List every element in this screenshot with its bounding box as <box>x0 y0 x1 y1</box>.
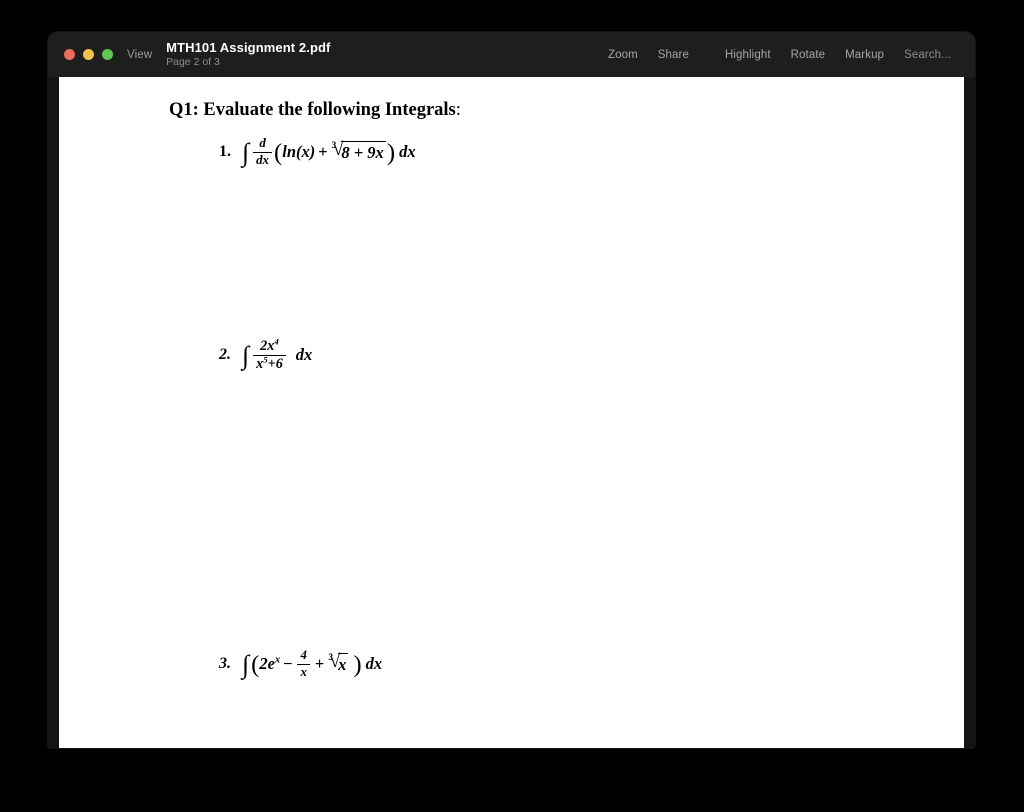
fraction-denominator: dx <box>253 151 272 168</box>
toolbar-group-view: Zoom Share <box>598 45 699 65</box>
toolbar-group-tools: Highlight Rotate Markup Search... <box>715 45 961 65</box>
radicand: 8 + 9x <box>341 141 386 163</box>
ln-term: ln(x) <box>282 142 316 162</box>
open-paren: ( <box>251 651 260 679</box>
page-indicator: Page 2 of 3 <box>166 56 220 69</box>
pdf-page[interactable]: Q1: Evaluate the following Integrals: 1.… <box>59 77 964 748</box>
traffic-lights <box>64 49 113 60</box>
screen: View MTH101 Assignment 2.pdf Page 2 of 3… <box>0 0 1024 812</box>
question-heading-text: Q1: Evaluate the following Integrals <box>169 100 456 120</box>
cube-root: 3 √ x <box>328 652 349 675</box>
question-heading-colon: : <box>455 100 461 120</box>
open-paren: ( <box>273 139 283 167</box>
minimize-window-icon[interactable] <box>83 49 94 60</box>
close-paren: ) <box>353 651 362 679</box>
item-number: 2. <box>219 346 231 364</box>
plus-operator: + <box>314 654 325 674</box>
minus-operator: − <box>283 654 293 674</box>
list-item: 2. ∫ 2x4 x5+6 dx <box>219 336 313 372</box>
fraction-numerator: d <box>259 136 266 150</box>
window-titlebar: View MTH101 Assignment 2.pdf Page 2 of 3… <box>48 32 975 77</box>
cube-root: 3 √ 8 + 9x <box>331 140 386 163</box>
close-paren: ) <box>386 139 396 167</box>
exponential-term: 2ex <box>259 654 281 674</box>
root-index: 3 <box>331 140 337 151</box>
integral-sign: ∫ <box>242 137 250 167</box>
share-button[interactable]: Share <box>648 45 699 65</box>
exponential-exponent: x <box>274 654 281 666</box>
question-heading: Q1: Evaluate the following Integrals: <box>169 100 461 121</box>
pdf-viewer-window: View MTH101 Assignment 2.pdf Page 2 of 3… <box>48 32 975 748</box>
highlight-button[interactable]: Highlight <box>715 45 781 65</box>
maximize-window-icon[interactable] <box>102 49 113 60</box>
search-button[interactable]: Search... <box>894 45 961 65</box>
root-index: 3 <box>328 652 333 663</box>
rotate-button[interactable]: Rotate <box>781 45 835 65</box>
document-meta: MTH101 Assignment 2.pdf Page 2 of 3 <box>166 40 330 69</box>
fraction-denominator: x <box>297 663 310 680</box>
reciprocal-fraction: 4 x <box>297 648 310 680</box>
document-content: Q1: Evaluate the following Integrals: 1.… <box>59 77 964 748</box>
markup-button[interactable]: Markup <box>835 45 894 65</box>
page-frame: Q1: Evaluate the following Integrals: 1.… <box>48 77 975 748</box>
radicand: x <box>338 653 349 675</box>
math-expression-1: ∫ d dx ( ln(x) + 3 √ 8 + 9x) dx <box>242 136 416 168</box>
differential: dx <box>295 345 313 365</box>
fraction-denominator: x5+6 <box>253 355 286 372</box>
plus-operator: + <box>318 142 328 162</box>
fraction-numerator: 2x4 <box>260 336 279 354</box>
view-menu-button[interactable]: View <box>127 49 152 61</box>
differential: dx <box>365 654 383 674</box>
close-window-icon[interactable] <box>64 49 75 60</box>
integral-sign: ∫ <box>242 649 250 679</box>
list-item: 3. ∫ ( 2ex − 4 x + 3 √ x) dx <box>219 648 383 680</box>
document-title: MTH101 Assignment 2.pdf <box>166 40 331 56</box>
toolbar: Zoom Share Highlight Rotate Markup Searc… <box>598 45 961 65</box>
differential: dx <box>399 142 416 162</box>
item-number: 3. <box>219 655 231 673</box>
numerator-exponent: 4 <box>274 336 279 347</box>
zoom-button[interactable]: Zoom <box>598 45 648 65</box>
math-expression-2: ∫ 2x4 x5+6 dx <box>242 336 313 372</box>
list-item: 1. ∫ d dx ( ln(x) + 3 √ 8 + 9x) dx <box>219 136 416 168</box>
math-expression-3: ∫ ( 2ex − 4 x + 3 √ x) dx <box>242 648 383 680</box>
integral-sign: ∫ <box>242 341 250 371</box>
fraction-numerator: 4 <box>300 648 307 662</box>
derivative-fraction: d dx <box>253 136 272 168</box>
rational-fraction: 2x4 x5+6 <box>253 336 286 372</box>
item-number: 1. <box>219 143 231 161</box>
